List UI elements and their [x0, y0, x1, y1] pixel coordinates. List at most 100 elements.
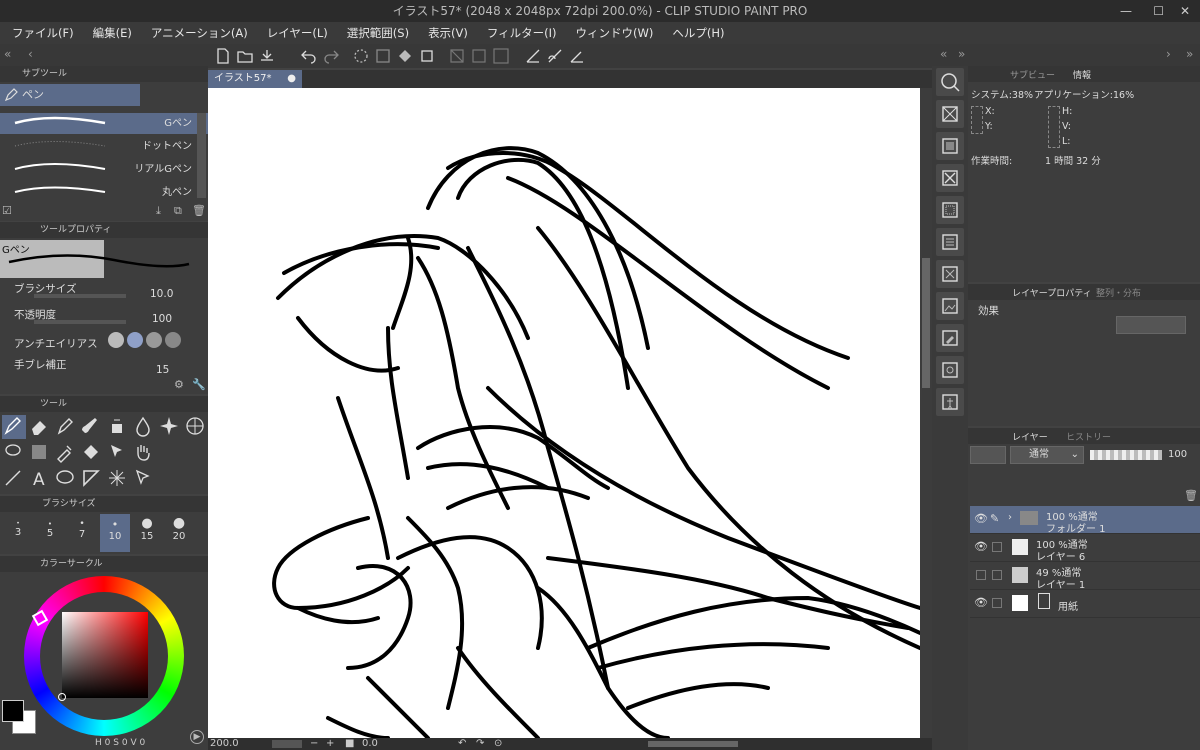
visibility-eye-icon[interactable]: 👁 — [974, 596, 988, 609]
delete-subtool-icon[interactable]: 🗑 — [192, 204, 206, 217]
menu-layer[interactable]: レイヤー(L) — [267, 25, 328, 41]
brush-size-10[interactable]: • 10 — [100, 514, 130, 552]
brush-icon[interactable] — [80, 415, 104, 439]
menu-file[interactable]: ファイル(F) — [12, 25, 74, 41]
angle-value[interactable]: 0.0 — [362, 738, 378, 750]
visibility-checkbox[interactable] — [976, 570, 986, 580]
material-icon[interactable] — [936, 100, 964, 128]
document-tab[interactable]: イラスト57* ● — [208, 70, 302, 88]
panel-expand-icon[interactable]: » — [1186, 47, 1193, 61]
tab-align-distribute[interactable]: 整列・分布 — [1096, 286, 1141, 299]
tab-history[interactable]: ヒストリー — [1066, 430, 1111, 443]
menu-window[interactable]: ウィンドウ(W) — [576, 25, 654, 41]
blend-icon[interactable] — [132, 415, 156, 439]
menu-edit[interactable]: 編集(E) — [93, 25, 132, 41]
zoom-value[interactable]: 200.0 — [210, 738, 239, 750]
minimize-icon[interactable]: — — [1120, 0, 1132, 22]
blend-mode-select[interactable]: 通常 ⌄ — [1010, 446, 1084, 464]
copy-subtool-icon[interactable]: ⧉ — [174, 204, 182, 218]
airbrush-icon[interactable] — [106, 415, 130, 439]
eraser-icon[interactable] — [28, 415, 52, 439]
reset-rotation-icon[interactable]: ⊙ — [494, 738, 502, 750]
rotate-right-icon[interactable]: ↷ — [476, 738, 484, 750]
text-icon[interactable]: A — [28, 467, 52, 491]
canvas-vertical-scrollbar[interactable] — [920, 88, 932, 738]
save-icon[interactable] — [258, 47, 276, 65]
pen-tool-icon[interactable] — [2, 415, 26, 439]
tab-layer[interactable]: レイヤー — [1012, 430, 1048, 443]
antialias-none[interactable] — [108, 332, 124, 348]
antialias-options[interactable] — [108, 332, 196, 352]
brush-size-5[interactable]: • 5 — [35, 514, 65, 552]
ruler-icon[interactable] — [524, 47, 542, 65]
saturation-value-square[interactable] — [62, 612, 148, 698]
line-icon[interactable] — [2, 467, 26, 491]
open-folder-icon[interactable] — [236, 47, 254, 65]
undo-icon[interactable] — [300, 47, 318, 65]
object-select-icon[interactable] — [106, 441, 130, 465]
layer-opacity-value[interactable]: 100 — [1168, 449, 1187, 460]
expand-right-icon[interactable]: » — [958, 47, 965, 61]
ruler-snap-icon[interactable] — [546, 47, 564, 65]
edit-checkbox[interactable] — [992, 598, 1002, 608]
antialias-medium[interactable] — [146, 332, 162, 348]
brush-size-value[interactable]: 10.0 — [150, 288, 173, 300]
texture-material-icon[interactable] — [936, 196, 964, 224]
expand-selection-icon[interactable] — [492, 47, 510, 65]
redo-icon[interactable] — [322, 47, 340, 65]
effect-line-icon[interactable] — [106, 467, 130, 491]
new-file-icon[interactable] — [214, 47, 232, 65]
pencil-icon[interactable] — [54, 415, 78, 439]
edit-pen-icon[interactable]: ✎ — [990, 512, 999, 525]
tab-subview[interactable]: サブビュー — [1010, 68, 1055, 81]
menu-help[interactable]: ヘルプ(H) — [672, 25, 724, 41]
clear-outside-icon[interactable] — [374, 47, 392, 65]
color-marker[interactable] — [58, 693, 66, 701]
drawing-canvas[interactable] — [208, 88, 920, 738]
opacity-value[interactable]: 100 — [152, 313, 172, 325]
image-material-icon[interactable] — [936, 292, 964, 320]
collapse-left-icon[interactable]: « — [4, 47, 11, 61]
play-icon[interactable]: ▶ — [190, 730, 204, 744]
chevron-right-icon[interactable]: › — [1166, 47, 1171, 61]
brush-size-15[interactable]: ● 15 — [132, 514, 162, 552]
brush-size-7[interactable]: • 7 — [67, 514, 97, 552]
visibility-eye-icon[interactable]: 👁 — [974, 512, 988, 525]
layer-search-icon[interactable] — [936, 132, 964, 160]
layer-row-folder1[interactable]: 👁 ✎ › 100 %通常 フォルダー 1 — [970, 506, 1200, 535]
main-color-swatch[interactable] — [2, 700, 24, 722]
zoom-out-icon[interactable]: − — [310, 738, 318, 750]
lasso-icon[interactable] — [2, 441, 26, 465]
menu-selection[interactable]: 選択範囲(S) — [347, 25, 409, 41]
frame-border-icon[interactable] — [80, 467, 104, 491]
zoom-slider[interactable] — [272, 740, 302, 748]
layer-row-layer6[interactable]: 👁 100 %通常 レイヤー 6 — [970, 534, 1200, 563]
edit-material-icon[interactable] — [936, 324, 964, 352]
rotate-left-icon[interactable]: ↶ — [458, 738, 466, 750]
fill-bucket-icon[interactable] — [80, 441, 104, 465]
layer-row-layer1[interactable]: 49 %通常 レイヤー 1 — [970, 562, 1200, 591]
maximize-icon[interactable]: ☐ — [1153, 0, 1164, 22]
menu-view[interactable]: 表示(V) — [428, 25, 468, 41]
brush-size-20[interactable]: ● 20 — [164, 514, 194, 552]
remove-material-icon[interactable] — [936, 164, 964, 192]
invert-selection-icon[interactable] — [470, 47, 488, 65]
brush-size-slider[interactable] — [34, 294, 126, 298]
chevron-left-icon[interactable]: ‹ — [28, 47, 33, 61]
wrench-icon[interactable]: 🔧 — [192, 378, 206, 391]
eyedropper-icon[interactable] — [54, 441, 78, 465]
antialias-weak[interactable] — [127, 332, 143, 348]
edit-checkbox[interactable] — [992, 570, 1002, 580]
effect-selector[interactable] — [1116, 316, 1186, 334]
menu-animation[interactable]: アニメーション(A) — [151, 25, 248, 41]
visibility-eye-icon[interactable]: 👁 — [974, 540, 988, 553]
transform-material-icon[interactable] — [936, 260, 964, 288]
edit-checkbox[interactable] — [992, 542, 1002, 552]
opacity-slider[interactable] — [34, 320, 126, 324]
menu-filter[interactable]: フィルター(I) — [487, 25, 557, 41]
speech-balloon-icon[interactable] — [54, 467, 78, 491]
download-icon[interactable]: ⤓ — [156, 204, 161, 218]
deselect-icon[interactable] — [448, 47, 466, 65]
decoration-icon[interactable] — [158, 415, 182, 439]
collapse-right-icon[interactable]: « — [940, 47, 947, 61]
